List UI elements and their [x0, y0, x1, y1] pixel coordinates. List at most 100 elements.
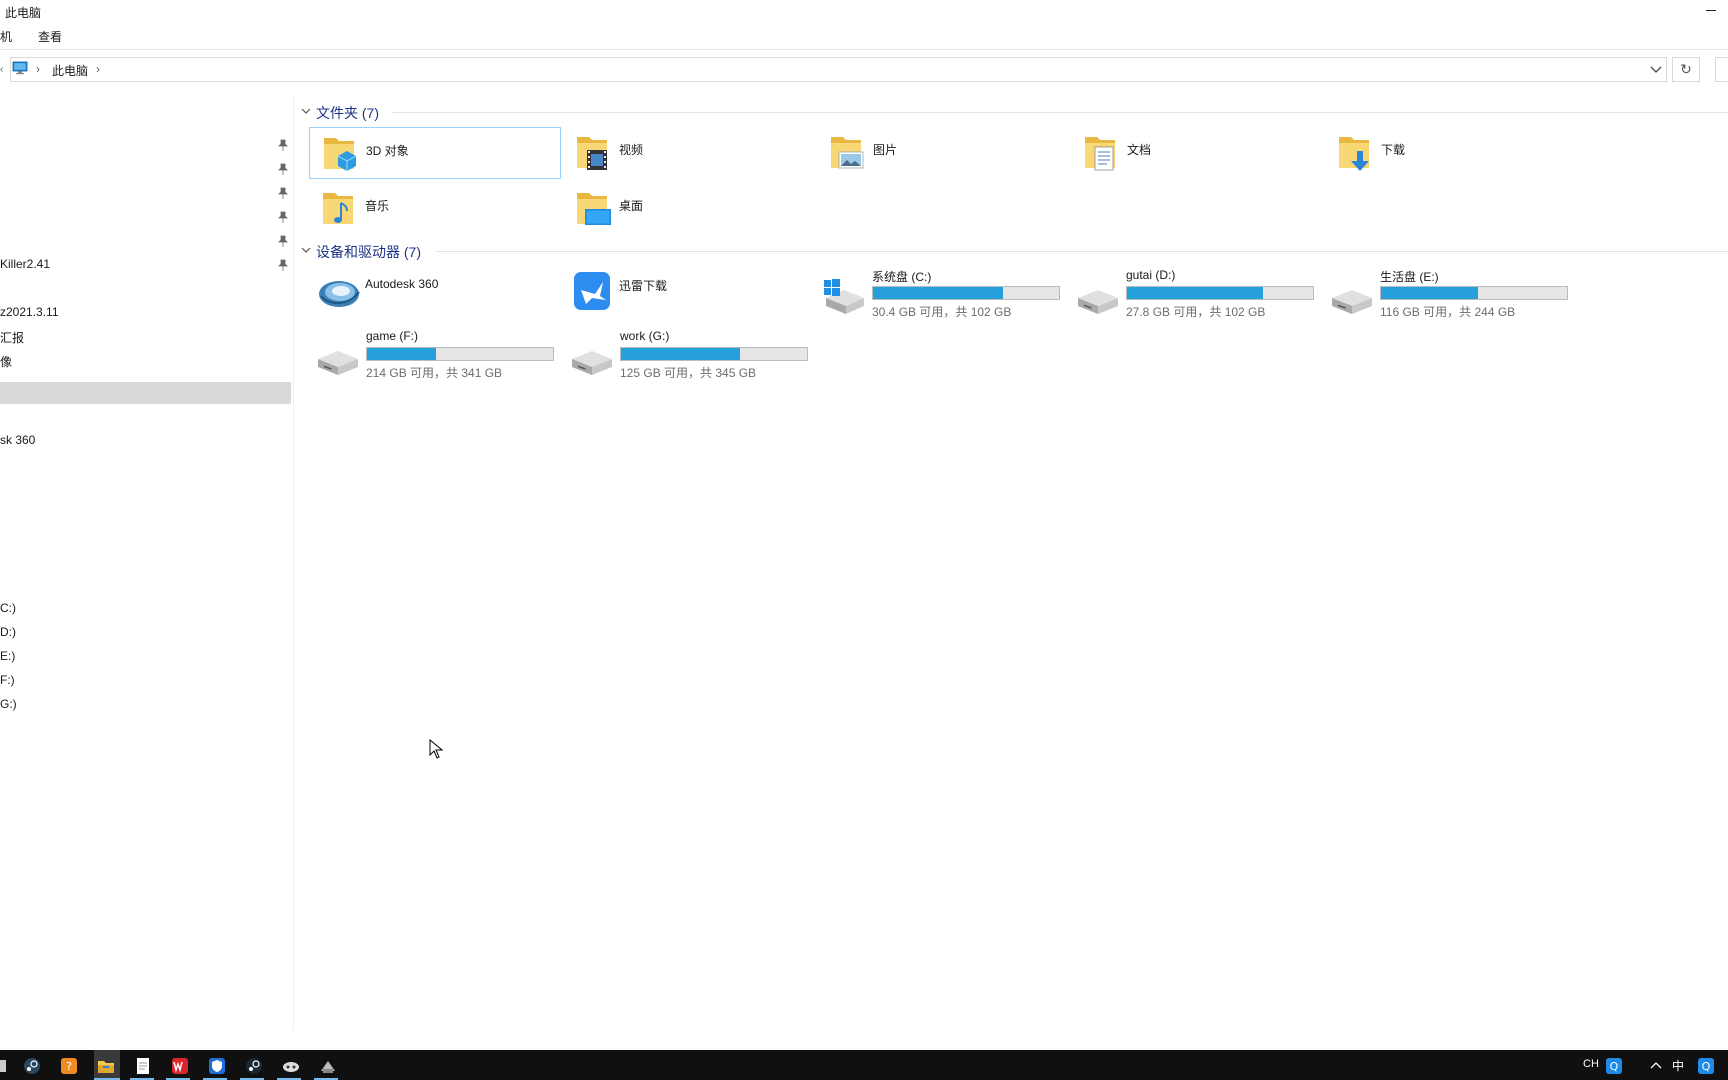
pin-icon[interactable] — [278, 211, 288, 223]
nav-item[interactable]: 汇报 — [0, 329, 24, 346]
breadcrumb-separator[interactable]: › — [96, 62, 100, 76]
security-shield-icon[interactable] — [208, 1057, 226, 1075]
drive-usage-bar — [366, 347, 554, 361]
nav-item[interactable]: Killer2.41 — [0, 257, 50, 271]
drive-c[interactable]: 系统盘 (C:) 30.4 GB 可用，共 102 GB — [820, 268, 1072, 324]
tab-computer[interactable]: 机 — [0, 28, 12, 45]
devices-section-header[interactable]: 设备和驱动器 (7) — [316, 242, 421, 262]
drive-usage-bar — [1126, 286, 1314, 300]
nav-selected-highlight — [0, 382, 291, 404]
taskbar-edge-icon[interactable] — [0, 1057, 12, 1075]
drive-d[interactable]: gutai (D:) 27.8 GB 可用，共 102 GB — [1074, 268, 1326, 324]
nav-item[interactable]: sk 360 — [0, 433, 35, 447]
section-divider — [436, 251, 1728, 252]
language-indicator[interactable]: CH — [1583, 1058, 1599, 1070]
drive-free-space: 214 GB 可用，共 341 GB — [366, 366, 503, 380]
drive-usage-fill — [1127, 287, 1263, 299]
folder-label: 文档 — [1127, 143, 1152, 157]
device-autodesk-360[interactable]: Autodesk 360 — [309, 268, 561, 320]
folder-3d-objects[interactable]: 3D 对象 — [309, 127, 561, 179]
drive-f[interactable]: game (F:) 214 GB 可用，共 341 GB — [314, 329, 566, 385]
folder-label: 图片 — [873, 143, 898, 157]
tab-view[interactable]: 查看 — [38, 28, 62, 45]
drive-name: game (F:) — [366, 329, 419, 343]
drive-g[interactable]: work (G:) 125 GB 可用，共 345 GB — [568, 329, 820, 385]
nav-item[interactable]: z2021.3.11 — [0, 305, 59, 319]
game-controller-icon[interactable] — [282, 1057, 300, 1075]
nav-pane-divider[interactable] — [293, 95, 294, 1030]
breadcrumb-separator[interactable]: › — [36, 62, 40, 76]
pictures-folder-icon — [831, 137, 864, 169]
orange-app-icon[interactable]: ? — [60, 1057, 78, 1075]
downloads-folder-icon — [1339, 137, 1369, 171]
search-input[interactable] — [1715, 57, 1728, 82]
launcher-app-icon[interactable] — [319, 1057, 337, 1075]
hard-drive-icon — [572, 351, 612, 375]
folders-section-header[interactable]: 文件夹 (7) — [316, 103, 379, 123]
steam-icon[interactable] — [23, 1057, 41, 1075]
back-arrow-stub[interactable]: ‹ — [0, 64, 3, 75]
folder-label: 音乐 — [365, 199, 390, 213]
xunlei-icon — [574, 272, 610, 310]
drive-usage-fill — [873, 287, 1004, 299]
nav-item-drive-g[interactable]: G:) — [0, 697, 17, 711]
steam-icon[interactable] — [245, 1057, 263, 1075]
drive-usage-fill — [621, 348, 740, 360]
this-pc-icon — [12, 61, 28, 75]
videos-folder-icon — [577, 137, 607, 170]
file-explorer-icon[interactable] — [97, 1057, 115, 1075]
qq-tray-icon[interactable]: Q — [1605, 1057, 1623, 1075]
refresh-button[interactable]: ↻ — [1672, 57, 1700, 82]
nav-item-drive-f[interactable]: F:) — [0, 673, 15, 687]
chevron-up-icon[interactable] — [1647, 1057, 1665, 1075]
3d-objects-folder-icon — [324, 138, 357, 171]
folder-downloads[interactable]: 下载 — [1325, 127, 1577, 179]
taskbar: ? CH Q 中 Q — [0, 1050, 1728, 1080]
qq-tray-icon[interactable]: Q — [1697, 1057, 1715, 1075]
chevron-down-icon[interactable] — [300, 244, 312, 259]
hard-drive-icon — [318, 351, 358, 375]
address-bar[interactable] — [10, 57, 1667, 82]
folder-label: 3D 对象 — [366, 144, 409, 158]
drive-free-space: 30.4 GB 可用，共 102 GB — [872, 305, 1012, 319]
svg-text:Q: Q — [1610, 1060, 1619, 1073]
pin-icon[interactable] — [278, 163, 288, 175]
nav-item-drive-d[interactable]: D:) — [0, 625, 16, 639]
folder-pictures[interactable]: 图片 — [817, 127, 1069, 179]
drive-usage-fill — [1381, 287, 1478, 299]
breadcrumb-this-pc[interactable]: 此电脑 — [52, 62, 88, 79]
folder-label: 下载 — [1381, 143, 1406, 157]
pin-icon[interactable] — [278, 187, 288, 199]
hard-drive-icon — [1332, 290, 1372, 314]
desktop-folder-icon — [577, 193, 611, 225]
nav-item[interactable]: 像 — [0, 353, 12, 370]
chevron-down-icon[interactable] — [1647, 59, 1665, 79]
svg-text:Q: Q — [1702, 1060, 1711, 1073]
device-label: Autodesk 360 — [365, 277, 439, 291]
pin-icon[interactable] — [278, 235, 288, 247]
chevron-down-icon[interactable] — [300, 105, 312, 120]
wps-icon[interactable] — [171, 1057, 189, 1075]
folder-desktop[interactable]: 桌面 — [563, 183, 815, 235]
nav-item-drive-e[interactable]: E:) — [0, 649, 15, 663]
folder-documents[interactable]: 文档 — [1071, 127, 1323, 179]
device-xunlei[interactable]: 迅雷下载 — [563, 268, 815, 320]
ime-indicator[interactable]: 中 — [1672, 1057, 1684, 1074]
pin-icon[interactable] — [278, 259, 288, 271]
folder-music[interactable]: 音乐 — [309, 183, 561, 235]
hard-drive-icon — [1078, 290, 1118, 314]
title-bar — [0, 0, 1728, 24]
drive-free-space: 27.8 GB 可用，共 102 GB — [1126, 305, 1266, 319]
nav-item-drive-c[interactable]: C:) — [0, 601, 16, 615]
pin-icon[interactable] — [278, 139, 288, 151]
drive-free-space: 125 GB 可用，共 345 GB — [620, 366, 757, 380]
mouse-cursor-icon — [429, 739, 443, 759]
music-folder-icon — [323, 193, 353, 224]
minimize-button[interactable] — [1702, 0, 1724, 22]
windows-drive-icon — [824, 279, 864, 314]
folder-videos[interactable]: 视频 — [563, 127, 815, 179]
drive-usage-bar — [620, 347, 808, 361]
notepad-icon[interactable] — [134, 1057, 152, 1075]
folder-label: 桌面 — [619, 199, 644, 213]
drive-e[interactable]: 生活盘 (E:) 116 GB 可用，共 244 GB — [1328, 268, 1580, 324]
